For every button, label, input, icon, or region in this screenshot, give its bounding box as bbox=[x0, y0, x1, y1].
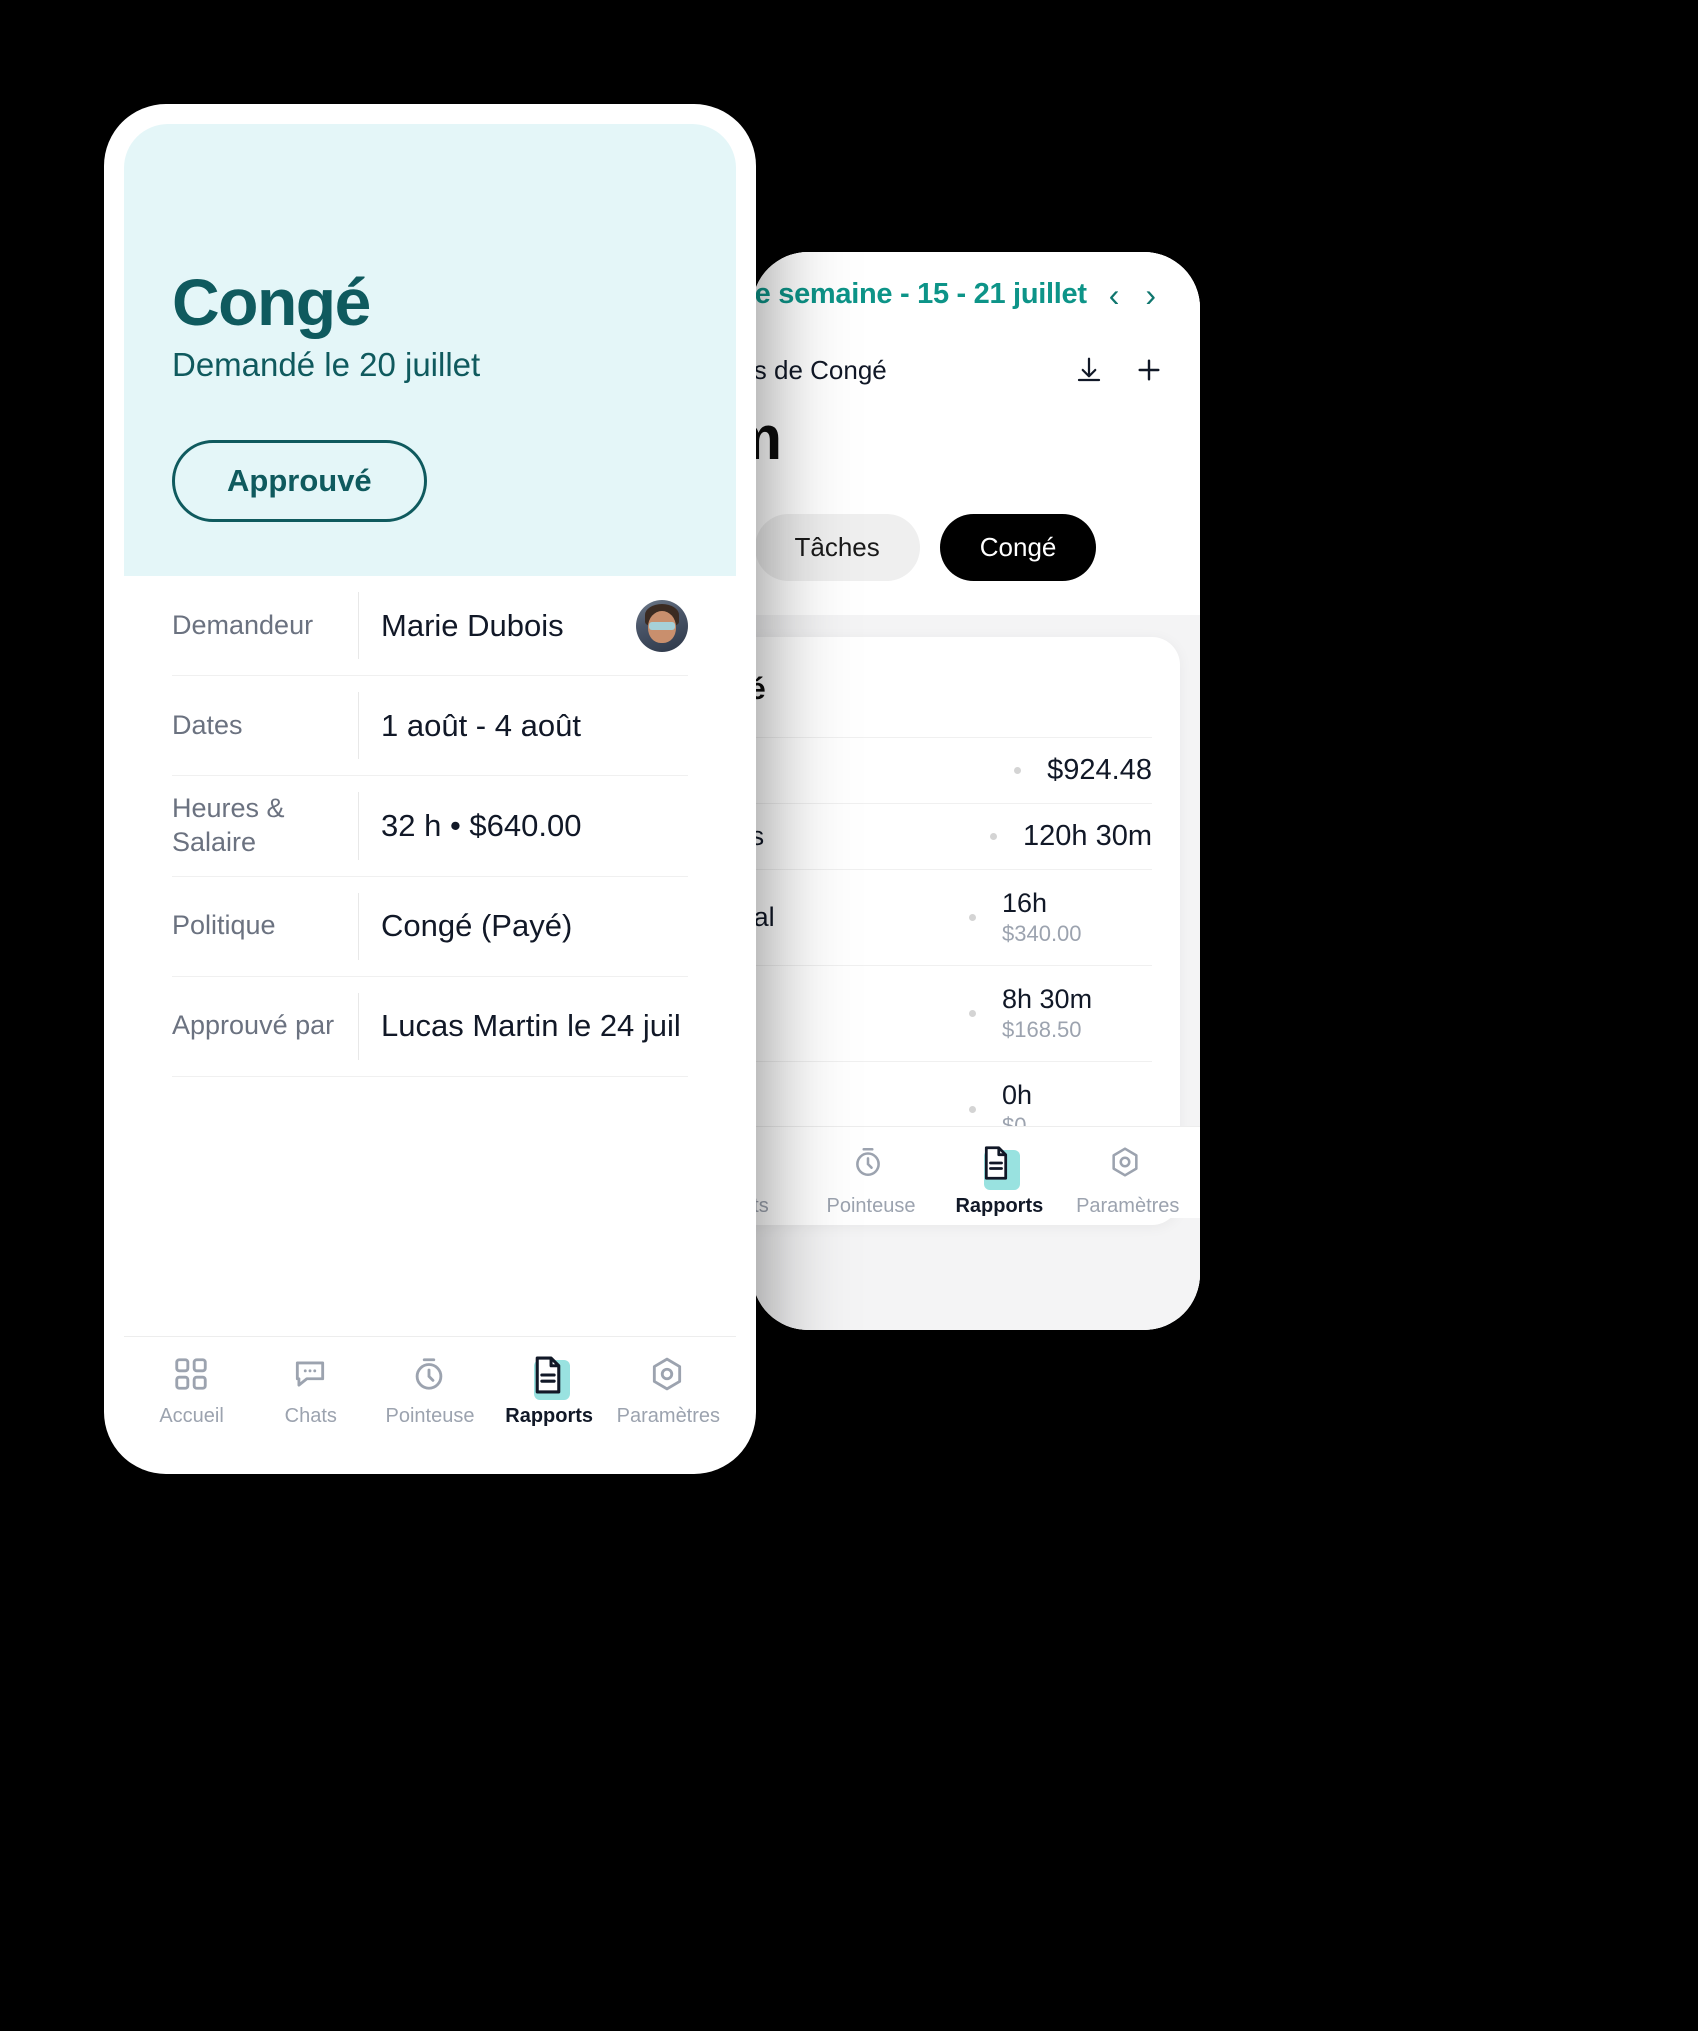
phone-mockup-front: Congé Demandé le 20 juillet Approuvé Dem… bbox=[104, 104, 756, 1474]
detail-row-heures-salaire: Heures & Salaire 32 h • $640.00 bbox=[172, 776, 688, 877]
total-hours-value: 1h 45m bbox=[752, 404, 782, 473]
divider bbox=[358, 992, 359, 1060]
detail-label: Dates bbox=[172, 709, 243, 740]
summary-row-total-pay: Paie totale $924.48 bbox=[752, 737, 1152, 803]
back-phone-screen: Cette semaine - 15 - 21 juillet ‹ › Tota… bbox=[752, 252, 1200, 1330]
document-icon bbox=[979, 1145, 1021, 1190]
nav-item-parametres[interactable]: Paramètres bbox=[609, 1355, 727, 1428]
leave-details-list: Demandeur Marie Dubois Dates 1 août - 4 … bbox=[124, 576, 736, 1336]
detail-value: Lucas Martin le 24 juil bbox=[381, 1008, 681, 1044]
tab-taches[interactable]: Tâches bbox=[754, 514, 920, 581]
gear-hexagon-icon bbox=[1108, 1145, 1148, 1185]
divider bbox=[358, 592, 359, 659]
detail-row-approuve-par: Approuvé par Lucas Martin le 24 juil bbox=[172, 977, 688, 1077]
detail-label: Heures & Salaire bbox=[172, 793, 285, 857]
detail-row-dates: Dates 1 août - 4 août bbox=[172, 676, 688, 776]
nav-label: Pointeuse bbox=[826, 1195, 916, 1217]
spacer-dot-icon bbox=[1014, 767, 1022, 774]
gear-hexagon-icon bbox=[648, 1355, 688, 1395]
paid-leave-title: Congé payé bbox=[752, 671, 766, 706]
leave-type-row[interactable]: Deuil 8h 30m $168.50 bbox=[752, 965, 1152, 1061]
screenshot-stage: Cette semaine - 15 - 21 juillet ‹ › Tota… bbox=[0, 0, 1698, 2031]
page-title: Congé bbox=[172, 265, 371, 339]
nav-label: Accueil bbox=[159, 1405, 224, 1427]
total-hours-row: Total des heures de Congé bbox=[752, 353, 1166, 387]
divider bbox=[358, 692, 359, 759]
front-phone-screen: Congé Demandé le 20 juillet Approuvé Dem… bbox=[124, 124, 736, 1454]
nav-label: Pointeuse bbox=[385, 1405, 475, 1427]
nav-label: Rapports bbox=[505, 1405, 594, 1427]
back-header: Cette semaine - 15 - 21 juillet ‹ › Tota… bbox=[752, 252, 1200, 615]
leave-type-hours: 8h 30m bbox=[1002, 984, 1093, 1014]
detail-label: Politique bbox=[172, 910, 276, 941]
nav-item-rapports[interactable]: Rapports bbox=[490, 1355, 608, 1428]
stopwatch-icon bbox=[851, 1145, 891, 1185]
leave-type-amount: $340.00 bbox=[1002, 921, 1082, 946]
leave-hero-header: Congé Demandé le 20 juillet Approuvé bbox=[124, 124, 736, 576]
back-bottom-navigation: Accueil Chats bbox=[752, 1126, 1200, 1218]
leave-type-values: 8h 30m $168.50 bbox=[1002, 984, 1152, 1043]
chevron-right-icon[interactable]: › bbox=[1141, 279, 1160, 311]
detail-value: Marie Dubois bbox=[381, 607, 564, 643]
status-badge-approuve[interactable]: Approuvé bbox=[172, 440, 427, 522]
detail-value: 1 août - 4 août bbox=[381, 707, 581, 743]
report-tabs: Trajets Tâches Congé bbox=[752, 514, 1166, 615]
summary-row-total-hours: Heures totales 120h 30m bbox=[752, 803, 1152, 869]
divider bbox=[358, 892, 359, 960]
spacer-dot-icon bbox=[990, 833, 997, 840]
total-actions bbox=[1072, 353, 1166, 387]
nav-item-chats[interactable]: Chats bbox=[752, 1145, 802, 1218]
chevron-left-icon[interactable]: ‹ bbox=[1105, 279, 1124, 311]
front-bottom-navigation: Accueil Chats Pointeuse Rapports Paramèt… bbox=[124, 1336, 736, 1454]
total-hours-label: Total des heures de Congé bbox=[752, 354, 887, 385]
detail-row-demandeur: Demandeur Marie Dubois bbox=[172, 576, 688, 676]
stopwatch-icon bbox=[410, 1355, 450, 1395]
nav-item-pointeuse[interactable]: Pointeuse bbox=[812, 1145, 930, 1218]
document-icon bbox=[529, 1355, 571, 1400]
nav-item-rapports[interactable]: Rapports bbox=[940, 1145, 1058, 1218]
nav-item-chats[interactable]: Chats bbox=[252, 1355, 370, 1428]
leave-type-values: 16h $340.00 bbox=[1002, 888, 1152, 947]
detail-value: 32 h • $640.00 bbox=[381, 807, 582, 843]
divider bbox=[358, 792, 359, 860]
leave-type-amount: $168.50 bbox=[1002, 1017, 1082, 1042]
spacer-dot-icon bbox=[969, 1106, 976, 1113]
nav-item-parametres[interactable]: Paramètres bbox=[1069, 1145, 1187, 1218]
leave-type-hours: 16h bbox=[1002, 888, 1048, 918]
detail-value: Congé (Payé) bbox=[381, 908, 573, 944]
tab-conge[interactable]: Congé bbox=[939, 514, 1097, 581]
plus-icon[interactable] bbox=[1132, 353, 1166, 387]
back-content: Congé payé Paie totale $924.48 Heures to… bbox=[752, 615, 1200, 1330]
summary-value: $924.48 bbox=[1047, 754, 1152, 786]
nav-label: Paramètres bbox=[616, 1405, 721, 1427]
detail-label: Demandeur bbox=[172, 609, 314, 640]
detail-row-politique: Politique Congé (Payé) bbox=[172, 877, 688, 977]
week-selector-label: Cette semaine - 15 - 21 juillet bbox=[752, 278, 1087, 310]
spacer-dot-icon bbox=[969, 914, 976, 921]
spacer-dot-icon bbox=[969, 1010, 976, 1017]
phone-mockup-back: Cette semaine - 15 - 21 juillet ‹ › Tota… bbox=[752, 252, 1200, 1330]
leave-type-hours: 0h bbox=[1002, 1080, 1033, 1110]
nav-label: Rapports bbox=[955, 1195, 1044, 1217]
download-icon[interactable] bbox=[1072, 353, 1106, 387]
leave-type-row[interactable]: Congé parental 16h $340.00 bbox=[752, 869, 1152, 965]
avatar bbox=[636, 599, 688, 652]
week-selector[interactable]: Cette semaine - 15 - 21 juillet ‹ › bbox=[752, 278, 1166, 311]
page-subtitle: Demandé le 20 juillet bbox=[172, 346, 481, 383]
chat-bubble-icon bbox=[291, 1355, 331, 1395]
nav-label: Paramètres bbox=[1076, 1195, 1180, 1217]
grid-icon bbox=[172, 1355, 212, 1395]
summary-value: 120h 30m bbox=[1023, 820, 1152, 852]
nav-label: Chats bbox=[284, 1405, 337, 1427]
detail-label: Approuvé par bbox=[172, 1010, 335, 1041]
nav-item-pointeuse[interactable]: Pointeuse bbox=[371, 1355, 489, 1428]
nav-item-accueil[interactable]: Accueil bbox=[133, 1355, 251, 1428]
avatar-glasses bbox=[649, 621, 675, 630]
